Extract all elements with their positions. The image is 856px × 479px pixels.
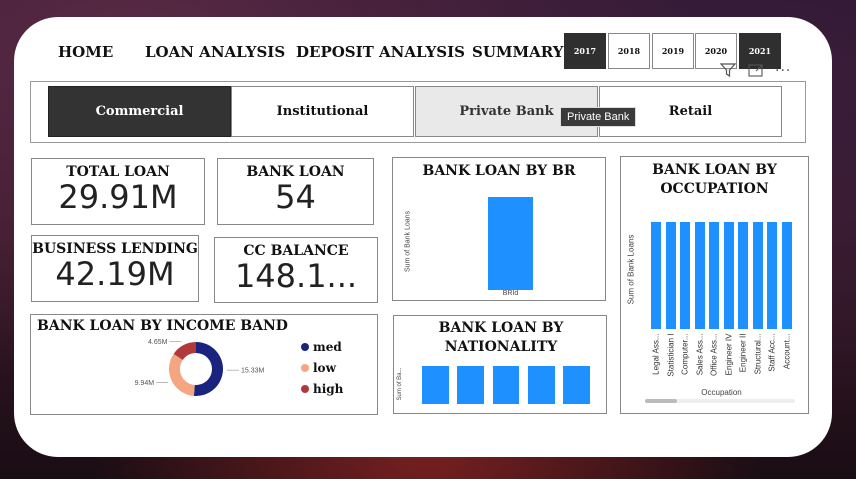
x-tick-label: Sales Ass... (695, 333, 705, 376)
kpi-total-loan: TOTAL LOAN 29.91M (31, 158, 205, 225)
y-axis-label: Sum of Bank Loans (404, 210, 412, 273)
kpi-value: 148.1... (234, 257, 358, 295)
legend-item-med[interactable]: med (301, 340, 343, 354)
legend-marker (301, 343, 309, 351)
year-button-2017[interactable]: 2017 (564, 33, 606, 69)
bar-0[interactable] (651, 221, 662, 329)
chart-bank-loan-by-income-band[interactable]: BANK LOAN BY INCOME BAND 15.33M 9.94M 4.65… (30, 314, 378, 415)
bar-3[interactable] (694, 221, 705, 329)
kpi-value: 42.19M (55, 255, 175, 293)
x-tick-label: Office Ass... (709, 333, 719, 377)
horizontal-scrollbar[interactable] (645, 399, 795, 403)
bar-1[interactable] (457, 365, 485, 404)
legend-marker (301, 385, 309, 393)
nav-summary[interactable]: SUMMARY (472, 43, 563, 61)
bar-3[interactable] (527, 365, 555, 404)
data-label: 4.65M (148, 339, 168, 346)
year-button-2019[interactable]: 2019 (652, 33, 694, 69)
x-tick-label: Statistician I (666, 333, 676, 377)
bar-6[interactable] (738, 221, 749, 329)
plot-area (423, 188, 598, 290)
bar-4[interactable] (563, 365, 590, 404)
x-tick-label: Structural... (753, 333, 763, 375)
data-label: 15.33M (241, 368, 265, 375)
nav-home[interactable]: HOME (58, 43, 113, 61)
chart-title: BANK LOAN BY INCOME BAND (37, 318, 288, 334)
scrollbar-thumb[interactable] (645, 399, 677, 403)
slice-med[interactable] (193, 342, 224, 396)
chart-title: BANK LOAN BY BR (422, 163, 576, 179)
legend-marker (301, 364, 309, 372)
x-axis-label: Occupation (701, 388, 742, 397)
chart-bank-loan-by-nationality[interactable]: BANK LOAN BY NATIONALITY Sum of Ba... (393, 315, 607, 414)
x-tick-label: Engineer II (738, 333, 748, 373)
tab-commercial[interactable]: Commercial (48, 86, 231, 137)
nav-deposit-analysis[interactable]: DEPOSIT ANALYSIS (296, 43, 465, 61)
kpi-cc-balance: CC BALANCE 148.1... (214, 237, 378, 303)
bar-2[interactable] (680, 221, 691, 329)
bar-5[interactable] (723, 221, 734, 329)
x-tick-label: BRId (502, 290, 519, 297)
x-tick-label: Account... (782, 333, 792, 370)
bar-2[interactable] (492, 365, 520, 404)
chart-title: BANK LOAN BY OCCUPATION (652, 162, 777, 197)
focus-mode-icon[interactable] (748, 62, 764, 81)
bar-0[interactable] (487, 197, 534, 290)
dashboard-card: HOME LOAN ANALYSIS DEPOSIT ANALYSIS SUMM… (14, 17, 832, 457)
legend-item-low[interactable]: low (301, 361, 343, 375)
data-label: 9.94M (135, 380, 155, 387)
tab-institutional[interactable]: Institutional (231, 86, 414, 137)
slice-low[interactable] (169, 353, 195, 396)
legend-item-high[interactable]: high (301, 382, 343, 396)
kpi-business-lending: BUSINESS LENDING 42.19M (31, 235, 199, 302)
plot-area (649, 211, 794, 329)
y-axis-label: Sum of Bank Loans (626, 234, 636, 305)
x-tick-labels: Legal Ass... Statistician I Computer... Sal… (649, 333, 794, 383)
more-options-icon[interactable]: ... (775, 59, 791, 75)
bar-1[interactable] (665, 221, 676, 329)
legend: med low high (301, 340, 343, 403)
plot-area (418, 362, 594, 404)
x-tick-label: Legal Ass... (651, 333, 661, 375)
filter-icon[interactable] (719, 62, 737, 81)
tooltip: Private Bank (560, 107, 637, 127)
kpi-value: 54 (275, 178, 316, 216)
bar-0[interactable] (422, 365, 449, 404)
y-axis-label: Sum of Ba... (397, 367, 403, 401)
donut-chart: 15.33M 9.94M 4.65M (135, 339, 265, 396)
bar-8[interactable] (767, 221, 778, 329)
year-button-2018[interactable]: 2018 (608, 33, 650, 69)
kpi-value: 29.91M (58, 178, 178, 216)
bar-4[interactable] (709, 221, 720, 329)
x-tick-label: Computer... (680, 333, 690, 375)
x-tick-label: Engineer IV (724, 333, 734, 376)
kpi-bank-loan: BANK LOAN 54 (217, 158, 374, 225)
bar-9[interactable] (781, 221, 792, 329)
chart-title: BANK LOAN BY NATIONALITY (438, 320, 564, 355)
bar-7[interactable] (752, 221, 763, 329)
nav-loan-analysis[interactable]: LOAN ANALYSIS (145, 43, 285, 61)
chart-bank-loan-by-occupation[interactable]: BANK LOAN BY OCCUPATION Sum of Bank Loan… (620, 156, 809, 414)
x-tick-label: Staff Acc... (767, 333, 777, 372)
chart-bank-loan-by-br[interactable]: BANK LOAN BY BR Sum of Bank Loans BRId (392, 157, 606, 301)
